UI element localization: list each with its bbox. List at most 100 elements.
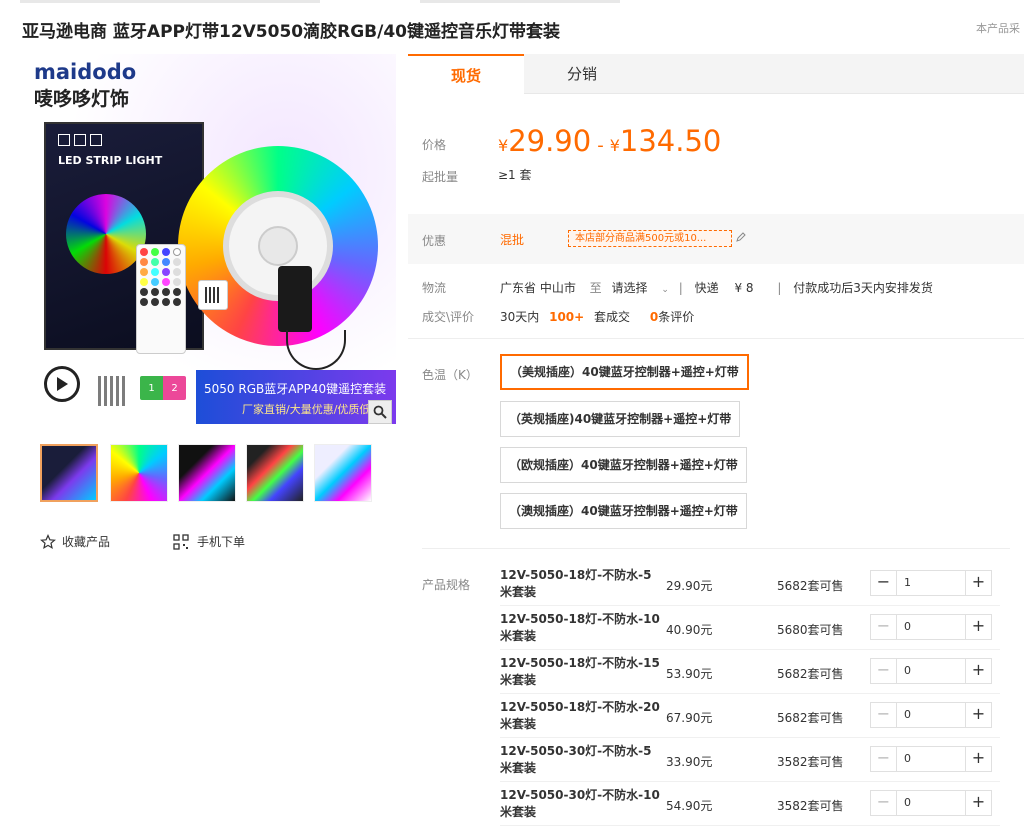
- quantity-input[interactable]: 0: [904, 752, 911, 765]
- spec-stock: 3582套可售: [777, 755, 844, 769]
- spec-price: 53.90元: [666, 667, 713, 681]
- main-product-image[interactable]: maidodo 唛哆哆灯饰 LED STRIP LIGHT 1 2 5050 R…: [28, 54, 396, 434]
- decrease-button[interactable]: −: [871, 791, 897, 815]
- top-scroll-remnant: [0, 0, 1024, 4]
- increase-button[interactable]: +: [965, 659, 991, 683]
- remote-control: [136, 244, 186, 354]
- spec-row: 12V-5050-18灯-不防水-20米套装 67.90元 5682套可售 − …: [500, 694, 1000, 738]
- spec-row: 12V-5050-30灯-不防水-5米套装 33.90元 3582套可售 − 0…: [500, 738, 1000, 782]
- quantity-stepper: − 0 +: [870, 614, 992, 640]
- connector-pins: [98, 376, 128, 406]
- spec-name: 12V-5050-30灯-不防水-5米套装: [500, 744, 652, 775]
- favorite-button[interactable]: 收藏产品: [40, 533, 110, 550]
- quantity-input[interactable]: 0: [904, 708, 911, 721]
- thumbnail-1[interactable]: [40, 444, 98, 502]
- connector-label-2: 2: [171, 382, 178, 394]
- product-title: 亚马逊电商 蓝牙APP灯带12V5050滴胶RGB/40键遥控音乐灯带套装: [22, 22, 560, 42]
- increase-button[interactable]: +: [965, 615, 991, 639]
- origin: 广东省 中山市: [500, 281, 576, 295]
- price-label: 价格: [422, 138, 447, 152]
- promo-label: 优惠: [422, 234, 447, 248]
- spec-name: 12V-5050-18灯-不防水-5米套装: [500, 568, 652, 599]
- tab-distribution[interactable]: 分销: [524, 54, 640, 94]
- spec-stock: 5682套可售: [777, 667, 844, 681]
- coupon-tag[interactable]: 本店部分商品满500元或10...: [568, 230, 732, 247]
- divider: [408, 338, 1024, 339]
- spec-price: 29.90元: [666, 579, 713, 593]
- thumbnail-2[interactable]: [110, 444, 168, 502]
- promo-section: 优惠 混批 本店部分商品满500元或10...: [408, 214, 1024, 264]
- spec-name: 12V-5050-18灯-不防水-20米套装: [500, 700, 660, 731]
- quantity-stepper: − 1 +: [870, 570, 992, 596]
- logistics-row: 广东省 中山市 至 请选择 ⌄ | 快递 ¥ 8 | 付款成功后3天内安排发货: [500, 281, 933, 295]
- decrease-button[interactable]: −: [871, 571, 897, 595]
- decrease-button[interactable]: −: [871, 747, 897, 771]
- quantity-stepper: − 0 +: [870, 658, 992, 684]
- increase-button[interactable]: +: [965, 791, 991, 815]
- pencil-icon[interactable]: [736, 232, 746, 245]
- spec-price: 33.90元: [666, 755, 713, 769]
- stock-tabs: 现货 分销: [408, 54, 1024, 94]
- spec-row: 12V-5050-18灯-不防水-10米套装 40.90元 5680套可售 − …: [500, 606, 1000, 650]
- brand-logo: maidodo: [34, 60, 137, 84]
- price-range: ¥29.90- ¥134.50: [498, 124, 722, 158]
- color-option-au[interactable]: （澳规插座）40键蓝牙控制器+遥控+灯带: [500, 493, 747, 529]
- decrease-button[interactable]: −: [871, 703, 897, 727]
- quantity-input[interactable]: 0: [904, 664, 911, 677]
- logistics-section: 物流 广东省 中山市 至 请选择 ⌄ | 快递 ¥ 8 | 付款成功后3天内安排…: [408, 268, 1024, 338]
- bluetooth-controller: [198, 280, 228, 310]
- shipping-fee: ¥ 8: [734, 281, 754, 295]
- ship-note: 付款成功后3天内安排发货: [793, 281, 933, 295]
- price-high: 134.50: [619, 124, 722, 158]
- color-label: 色温（K）: [422, 368, 478, 382]
- thumbnail-4[interactable]: [246, 444, 304, 502]
- chevron-down-icon[interactable]: ⌄: [661, 285, 669, 295]
- banner-line-2: 厂家直销/大量优惠/优质低: [242, 403, 371, 416]
- spec-stock: 5680套可售: [777, 623, 844, 637]
- brand-name-cn: 唛哆哆灯饰: [34, 88, 130, 110]
- thumbnail-3[interactable]: [178, 444, 236, 502]
- spec-row: 12V-5050-18灯-不防水-15米套装 53.90元 5682套可售 − …: [500, 650, 1000, 694]
- destination-select[interactable]: 请选择: [612, 281, 648, 295]
- min-batch-label: 起批量: [422, 170, 459, 184]
- mobile-order-button[interactable]: 手机下单: [173, 533, 245, 550]
- deal-review-label: 成交\评价: [422, 310, 475, 324]
- quantity-input[interactable]: 0: [904, 796, 911, 809]
- price-low: 29.90: [508, 124, 592, 158]
- decrease-button[interactable]: −: [871, 615, 897, 639]
- increase-button[interactable]: +: [965, 571, 991, 595]
- play-video-icon[interactable]: [44, 366, 80, 402]
- price-section: 价格 ¥29.90- ¥134.50 起批量 ≥1 套: [408, 94, 1024, 202]
- color-option-uk[interactable]: （英规插座)40键蓝牙控制器+遥控+灯带: [500, 401, 741, 437]
- qr-code-icon: [173, 533, 189, 550]
- color-option-eu[interactable]: （欧规插座）40键蓝牙控制器+遥控+灯带: [500, 447, 747, 483]
- power-adapter: [278, 266, 312, 332]
- decrease-button[interactable]: −: [871, 659, 897, 683]
- color-options-section: 色温（K） （美规插座）40键蓝牙控制器+遥控+灯带 （英规插座)40键蓝牙控制…: [408, 346, 1024, 536]
- spec-price: 40.90元: [666, 623, 713, 637]
- quantity-input[interactable]: 1: [904, 576, 911, 589]
- color-option-us[interactable]: （美规插座）40键蓝牙控制器+遥控+灯带: [500, 354, 749, 390]
- spec-label: 产品规格: [422, 578, 471, 592]
- increase-button[interactable]: +: [965, 703, 991, 727]
- thumbnail-strip: [40, 444, 380, 504]
- spec-price: 67.90元: [666, 711, 713, 725]
- quantity-stepper: − 0 +: [870, 790, 992, 816]
- spec-row: 12V-5050-18灯-不防水-5米套装 29.90元 5682套可售 − 1…: [500, 562, 1000, 606]
- quantity-stepper: − 0 +: [870, 746, 992, 772]
- zoom-icon[interactable]: [368, 400, 392, 424]
- quantity-input[interactable]: 0: [904, 620, 911, 633]
- spec-name: 12V-5050-18灯-不防水-15米套装: [500, 656, 660, 687]
- spec-row: 12V-5050-30灯-不防水-10米套装 54.90元 3582套可售 − …: [500, 782, 1000, 826]
- promo-type: 混批: [500, 233, 525, 247]
- top-right-note: 本产品采: [976, 22, 1020, 35]
- increase-button[interactable]: +: [965, 747, 991, 771]
- favorite-label: 收藏产品: [62, 535, 111, 549]
- review-count[interactable]: 0: [650, 310, 658, 324]
- deal-count: 100+: [549, 310, 585, 324]
- spec-stock: 5682套可售: [777, 711, 844, 725]
- thumbnail-5[interactable]: [314, 444, 372, 502]
- spec-price: 54.90元: [666, 799, 713, 813]
- spec-name: 12V-5050-30灯-不防水-10米套装: [500, 788, 660, 819]
- tab-in-stock[interactable]: 现货: [408, 54, 524, 94]
